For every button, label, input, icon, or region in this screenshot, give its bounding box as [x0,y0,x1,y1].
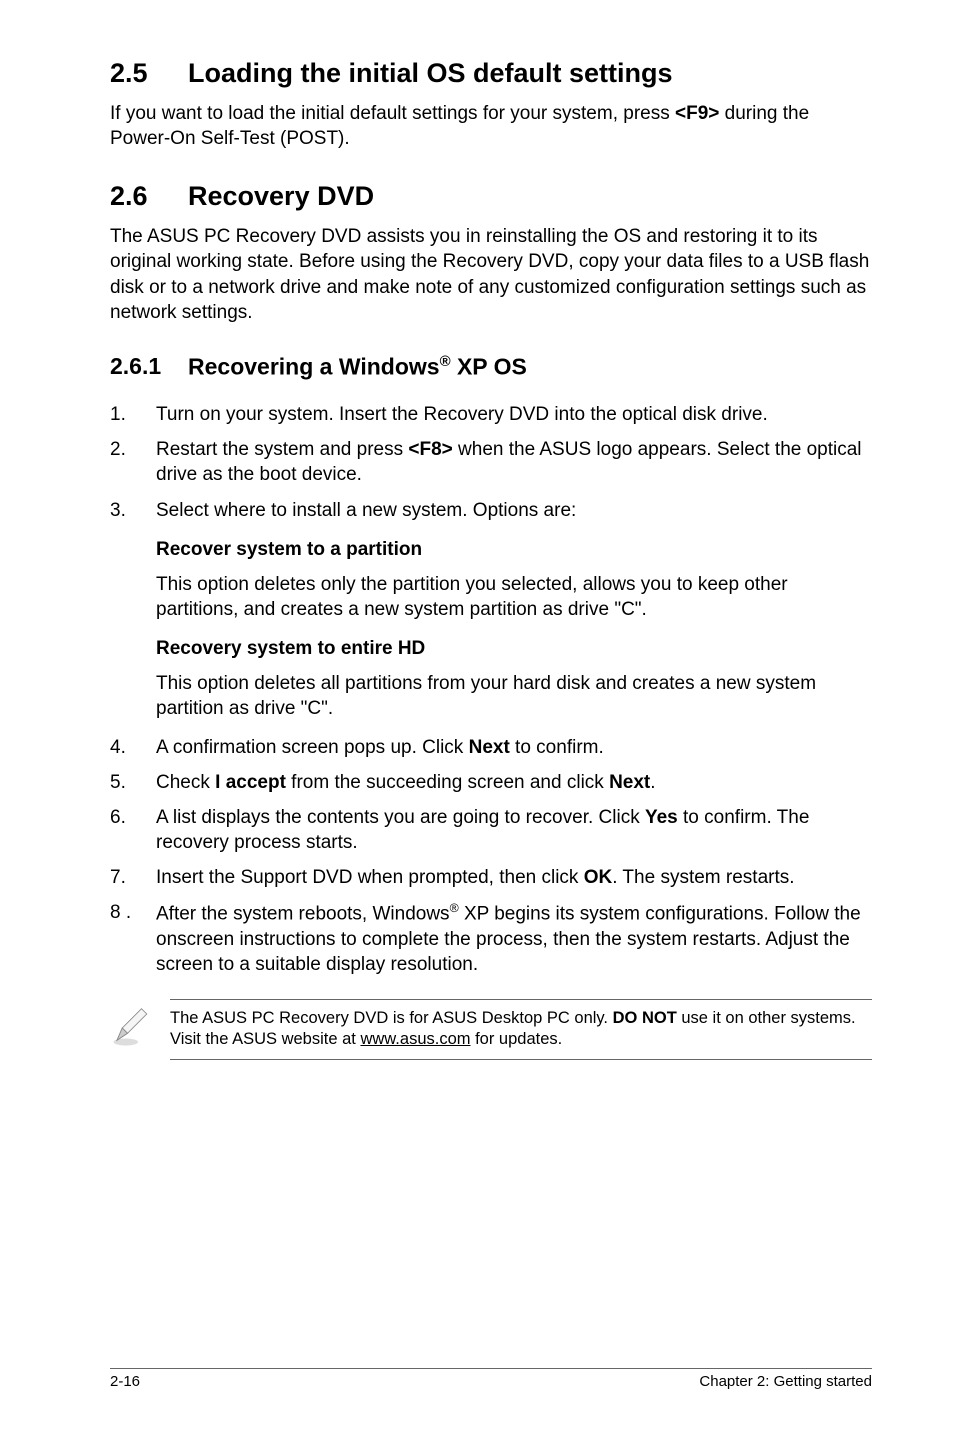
heading-number: 2.5 [110,56,188,91]
step-5: 5. Check I accept from the succeeding sc… [110,770,872,795]
heading-text: Loading the initial OS default settings [188,58,673,88]
step-6: 6. A list displays the contents you are … [110,805,872,855]
steps-list-b: 4. A confirmation screen pops up. Click … [110,735,872,977]
options-block: Recover system to a partition This optio… [156,537,872,721]
heading-2-6: 2.6Recovery DVD [110,179,872,214]
heading-text: Recovery DVD [188,181,374,211]
step-8: 8 . After the system reboots, Windows® X… [110,900,872,977]
heading-number: 2.6 [110,179,188,214]
heading-2-6-1: 2.6.1Recovering a Windows® XP OS [110,353,872,381]
heading-2-5: 2.5Loading the initial OS default settin… [110,56,872,91]
paragraph-2-6: The ASUS PC Recovery DVD assists you in … [110,224,872,324]
step-4: 4. A confirmation screen pops up. Click … [110,735,872,760]
option-text-1: This option deletes only the partition y… [156,572,872,622]
chapter-label: Chapter 2: Getting started [699,1373,872,1390]
note-text: The ASUS PC Recovery DVD is for ASUS Des… [170,999,872,1060]
option-head-2: Recovery system to entire HD [156,636,872,661]
steps-list-a: 1. Turn on your system. Insert the Recov… [110,402,872,522]
pencil-icon [110,999,170,1054]
page-content: 2.5Loading the initial OS default settin… [0,0,954,1438]
option-head-1: Recover system to a partition [156,537,872,562]
step-1: 1. Turn on your system. Insert the Recov… [110,402,872,427]
option-text-2: This option deletes all partitions from … [156,671,872,721]
page-footer: 2-16 Chapter 2: Getting started [110,1368,872,1390]
page-number: 2-16 [110,1373,140,1390]
note-box: The ASUS PC Recovery DVD is for ASUS Des… [110,999,872,1060]
step-2: 2. Restart the system and press <F8> whe… [110,437,872,487]
step-7: 7. Insert the Support DVD when prompted,… [110,865,872,890]
paragraph-2-5: If you want to load the initial default … [110,101,872,151]
step-3: 3. Select where to install a new system.… [110,498,872,523]
heading-number: 2.6.1 [110,353,188,380]
